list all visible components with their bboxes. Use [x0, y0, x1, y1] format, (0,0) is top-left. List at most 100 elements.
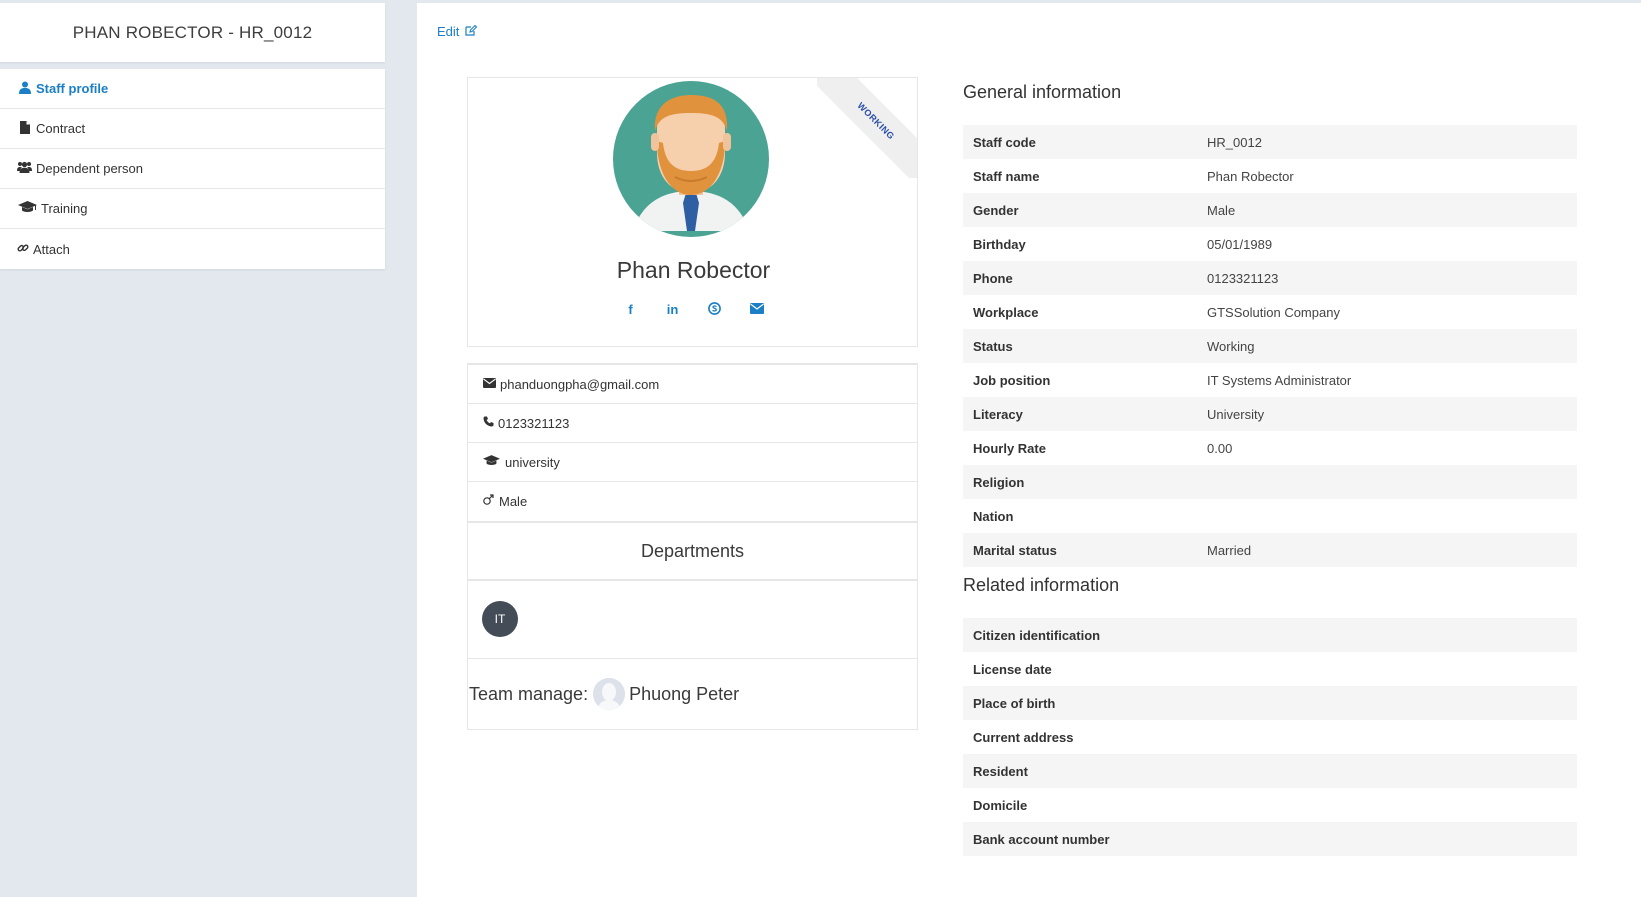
info-row: Literacy University	[963, 397, 1577, 431]
team-manage-label: Team manage:	[469, 683, 589, 704]
info-label: License date	[973, 661, 1052, 677]
info-value: IT Systems Administrator	[1207, 372, 1352, 388]
info-row: Citizen identification	[963, 618, 1577, 652]
contact-email: phanduongpha@gmail.com	[468, 365, 917, 404]
users-icon	[16, 161, 33, 176]
link-icon	[16, 242, 30, 257]
edit-label: Edit	[437, 24, 460, 39]
info-label: Workplace	[973, 304, 1039, 320]
sidebar-item-contract[interactable]: Contract	[0, 109, 385, 149]
contact-gender-value: Male	[499, 494, 528, 509]
info-row: Nation	[963, 499, 1577, 533]
info-row: Religion	[963, 465, 1577, 499]
edit-icon	[465, 24, 478, 39]
info-value: Working	[1207, 338, 1255, 354]
info-label: Place of birth	[973, 695, 1056, 711]
user-icon	[16, 81, 33, 97]
departments-box: Departments IT Team manage: Phuong Peter	[467, 522, 918, 730]
info-label: Marital status	[973, 542, 1057, 558]
info-label: Hourly Rate	[973, 440, 1046, 456]
contact-phone-value: 0123321123	[498, 415, 570, 431]
sidebar-item-dependent-person[interactable]: Dependent person	[0, 149, 385, 189]
department-badge[interactable]: IT	[482, 601, 518, 637]
skype-icon[interactable]	[706, 302, 724, 318]
sidebar-item-staff-profile[interactable]: Staff profile	[0, 69, 385, 109]
contact-gender: Male	[468, 482, 917, 521]
info-label: Birthday	[973, 236, 1026, 252]
info-row: Job position IT Systems Administrator	[963, 363, 1577, 397]
profile-name: Phan Robector	[616, 257, 771, 283]
info-label: Status	[973, 338, 1013, 354]
info-row: Current address	[963, 720, 1577, 754]
file-icon	[16, 120, 33, 137]
status-ribbon: WORKING	[817, 78, 917, 178]
info-row: Staff name Phan Robector	[963, 159, 1577, 193]
contact-education-value: university	[505, 454, 560, 470]
envelope-icon	[483, 377, 498, 391]
envelope-icon[interactable]	[748, 302, 766, 318]
info-label: Current address	[973, 729, 1074, 745]
info-row: Phone 0123321123	[963, 261, 1577, 295]
sidebar-item-training[interactable]: Training	[0, 189, 385, 229]
graduation-cap-icon	[16, 201, 38, 216]
info-label: Nation	[973, 508, 1014, 524]
profile-card: WORKING Phan Robector f in	[467, 77, 918, 347]
sidebar-item-label: Contract	[36, 121, 86, 136]
contact-education: university	[468, 443, 917, 482]
info-row: Birthday 05/01/1989	[963, 227, 1577, 261]
facebook-icon[interactable]: f	[622, 302, 640, 318]
info-row: Workplace GTSSolution Company	[963, 295, 1577, 329]
info-label: Domicile	[973, 797, 1028, 813]
contact-list: phanduongpha@gmail.com 0123321123 univer…	[467, 363, 918, 522]
info-value: University	[1207, 406, 1265, 422]
linkedin-icon[interactable]: in	[664, 302, 682, 318]
info-label: Job position	[973, 372, 1051, 388]
info-label: Staff code	[973, 134, 1036, 150]
general-info-table: Staff code HR_0012 Staff name Phan Robector…	[963, 125, 1577, 567]
info-value: Married	[1207, 542, 1252, 558]
staff-header-title: PHAN ROBECTOR - HR_0012	[0, 3, 385, 62]
info-value: 05/01/1989	[1207, 236, 1273, 252]
info-row: Hourly Rate 0.00	[963, 431, 1577, 465]
sidebar-item-attach[interactable]: Attach	[0, 229, 385, 269]
info-row: Staff code HR_0012	[963, 125, 1577, 159]
related-info-table: Citizen identification License date Place …	[963, 618, 1577, 856]
info-value: 0123321123	[1207, 270, 1279, 286]
gender-icon	[483, 494, 497, 509]
main-panel: Edit WORKING Phan Robector f in phanduon…	[417, 3, 1641, 897]
info-value: GTSSolution Company	[1207, 304, 1340, 320]
phone-icon	[483, 416, 496, 430]
sidebar-menu: Staff profile Contract Dependent person …	[0, 69, 385, 269]
manager-avatar[interactable]	[593, 678, 626, 710]
related-info-title: Related information	[963, 575, 1120, 595]
info-label: Gender	[973, 202, 1019, 218]
info-value: Phan Robector	[1207, 168, 1294, 184]
sidebar-item-label: Dependent person	[36, 161, 143, 176]
team-manage-row: Team manage: Phuong Peter	[468, 659, 917, 729]
info-label: Citizen identification	[973, 627, 1101, 643]
info-label: Literacy	[973, 406, 1023, 422]
info-label: Religion	[973, 474, 1025, 490]
general-info-title: General information	[963, 82, 1122, 102]
info-row: Marital status Married	[963, 533, 1577, 567]
info-row: Place of birth	[963, 686, 1577, 720]
manager-name[interactable]: Phuong Peter	[629, 684, 739, 705]
edit-link[interactable]: Edit	[437, 24, 478, 39]
info-label: Staff name	[973, 168, 1040, 184]
info-label: Bank account number	[973, 831, 1110, 847]
info-row: License date	[963, 652, 1577, 686]
sidebar-item-label: Attach	[33, 241, 70, 257]
info-row: Domicile	[963, 788, 1577, 822]
social-links: f in	[468, 302, 917, 318]
contact-email-value: phanduongpha@gmail.com	[500, 376, 660, 392]
sidebar-item-label: Training	[41, 201, 88, 216]
info-row: Bank account number	[963, 822, 1577, 856]
avatar	[613, 81, 769, 237]
sidebar-item-label: Staff profile	[36, 81, 109, 96]
info-value: Male	[1207, 202, 1236, 218]
info-row: Gender Male	[963, 193, 1577, 227]
contact-phone: 0123321123	[468, 404, 917, 443]
info-row: Resident	[963, 754, 1577, 788]
graduation-cap-icon	[483, 455, 503, 469]
info-row: Status Working	[963, 329, 1577, 363]
